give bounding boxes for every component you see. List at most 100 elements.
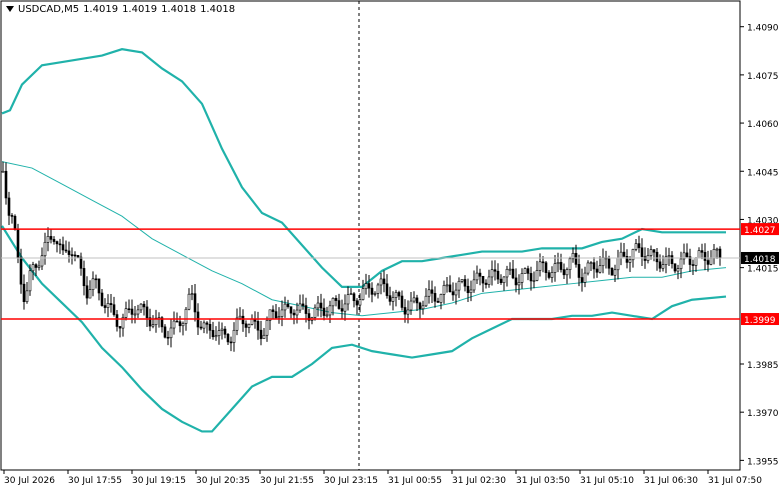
candle-body (655, 251, 659, 263)
candle-body (280, 309, 284, 317)
candle-body (577, 264, 581, 278)
candle-body (193, 293, 197, 313)
candle-body (316, 302, 320, 309)
candle-body (94, 278, 98, 281)
level-price-label: 1.3999 (744, 316, 776, 326)
candle-body (274, 311, 278, 319)
candle-body (22, 283, 26, 302)
candle-body (652, 249, 656, 253)
candle-body (229, 341, 233, 344)
candle-body (181, 323, 185, 327)
x-tick-label: 30 Jul 23:15 (324, 476, 378, 486)
candle-body (37, 265, 41, 268)
candle-body (691, 264, 695, 266)
chart-window[interactable]: USDCAD,M5 1.4019 1.4019 1.4018 1.4018 1.4090… (0, 0, 781, 489)
candle-body (145, 306, 149, 319)
candle-body (709, 258, 713, 265)
candle-body (238, 315, 242, 319)
candle-body (55, 241, 59, 245)
x-tick-label: 31 Jul 02:30 (452, 476, 506, 486)
candle-body (574, 252, 578, 265)
candle-body (286, 303, 290, 307)
candle-body (232, 329, 236, 343)
candle-body (118, 326, 122, 329)
candle-body (595, 268, 599, 273)
candle-body (259, 329, 263, 339)
candle-body (532, 280, 536, 282)
candle-body (184, 308, 188, 324)
candle-body (1, 170, 5, 173)
current-price-label: 1.4018 (744, 255, 776, 265)
candle-body (556, 262, 560, 265)
candle-body (511, 268, 515, 279)
x-tick-label: 30 Jul 2026 (4, 476, 55, 486)
candle-body (418, 302, 422, 310)
candle-body (385, 283, 389, 296)
high-value: 1.4019 (122, 4, 158, 15)
candle-body (202, 322, 206, 329)
candle-body (31, 264, 35, 272)
candle-body (256, 321, 260, 331)
candle-body (463, 279, 467, 287)
candle-body (673, 263, 677, 272)
candle-body (340, 308, 344, 312)
candle-body (166, 336, 170, 339)
candle-body (298, 303, 302, 311)
dropdown-triangle-icon[interactable] (6, 6, 14, 12)
candle-body (49, 236, 53, 240)
candle-body (172, 320, 176, 329)
candle-body (346, 294, 350, 305)
candle-body (445, 284, 449, 287)
candle-body (628, 259, 632, 263)
candle-body (235, 317, 239, 331)
candle-body (700, 250, 704, 253)
candle-body (67, 250, 71, 255)
y-tick-label: 1.4015 (747, 265, 779, 275)
candle-body (208, 324, 212, 331)
candle-body (481, 275, 485, 284)
candle-body (130, 308, 134, 315)
price-chart[interactable]: 1.40901.40751.40601.40451.40301.40151.39… (0, 0, 781, 489)
candle-body (271, 309, 275, 312)
candle-body (625, 256, 629, 263)
candle-body (388, 295, 392, 302)
candle-body (97, 278, 101, 294)
candle-body (46, 236, 50, 243)
candle-body (205, 322, 209, 325)
candle-body (406, 309, 410, 315)
candle-body (619, 251, 623, 259)
candle-body (562, 269, 566, 276)
candle-body (694, 257, 698, 266)
candle-body (484, 282, 488, 285)
candle-body (502, 276, 506, 284)
candle-body (28, 270, 32, 292)
candle-body (319, 302, 323, 309)
candle-body (10, 215, 14, 217)
candle-body (142, 303, 146, 308)
y-tick-label: 1.3970 (747, 409, 779, 419)
candle-body (199, 326, 203, 329)
candle-body (133, 313, 137, 316)
x-tick-label: 30 Jul 20:35 (196, 476, 250, 486)
candle-body (247, 324, 251, 328)
candle-body (76, 255, 80, 258)
candle-body (163, 326, 167, 338)
open-value: 1.4019 (83, 4, 119, 15)
candle-body (313, 307, 317, 318)
close-value: 1.4018 (200, 4, 236, 15)
low-value: 1.4018 (161, 4, 197, 15)
candle-body (427, 289, 431, 297)
candle-body (70, 254, 74, 256)
candle-body (136, 309, 140, 315)
candle-body (4, 170, 8, 199)
y-tick-label: 1.4075 (747, 72, 779, 82)
candle-body (376, 284, 380, 294)
candle-body (433, 293, 437, 302)
candle-body (211, 330, 215, 338)
candle-body (676, 268, 680, 272)
candle-body (493, 269, 497, 272)
symbol-header: USDCAD,M5 1.4019 1.4019 1.4018 1.4018 (6, 4, 239, 15)
x-tick-label: 30 Jul 17:55 (68, 476, 122, 486)
candle-body (61, 244, 65, 251)
candle-body (223, 328, 227, 335)
